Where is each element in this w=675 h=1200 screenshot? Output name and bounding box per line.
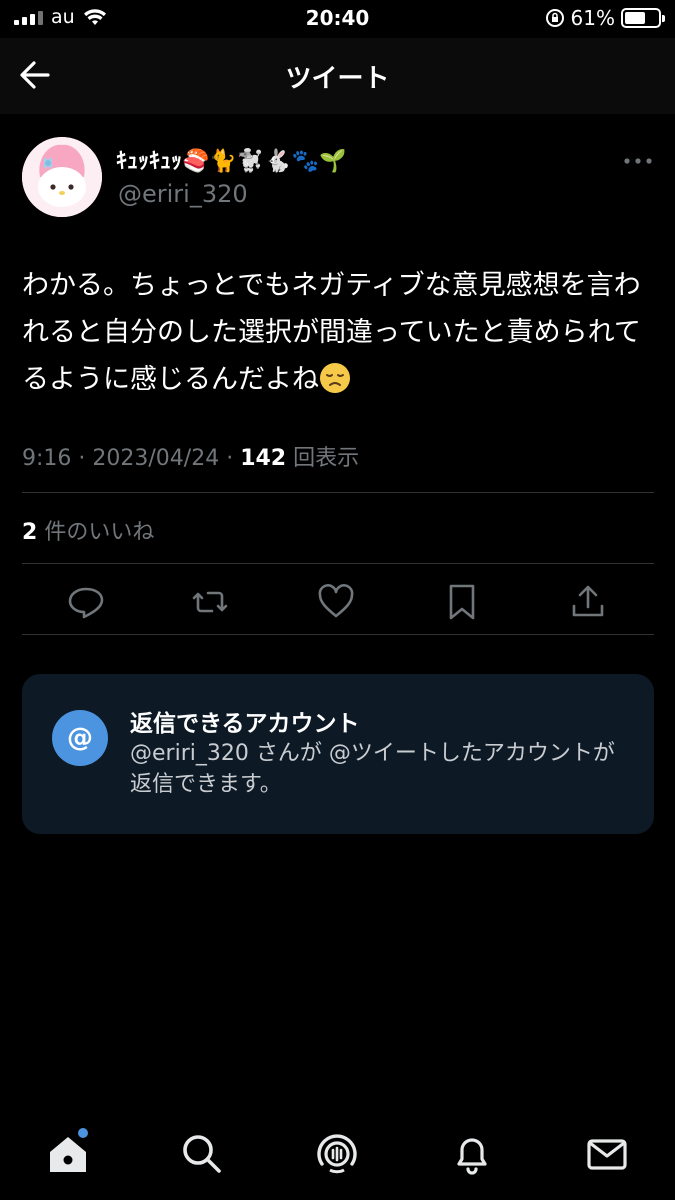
bookmark-icon xyxy=(449,584,475,620)
messages-icon xyxy=(587,1139,627,1170)
disappointed-face-icon xyxy=(320,363,350,393)
reply-button[interactable] xyxy=(66,582,106,622)
reply-card-title: 返信できるアカウント xyxy=(130,711,360,737)
more-icon xyxy=(624,158,652,164)
retweet-button[interactable] xyxy=(190,582,230,622)
battery-level xyxy=(625,12,645,24)
reply-card-description: @eriri_320 さんが @ツイートしたアカウントが返信できます。 xyxy=(130,741,615,797)
bottom-tab-bar xyxy=(0,1100,675,1200)
status-right: 61% xyxy=(545,6,665,30)
views-label: 回表示 xyxy=(293,446,360,471)
tab-search[interactable] xyxy=(178,1130,226,1178)
spaces-icon xyxy=(317,1134,357,1174)
likes-row[interactable]: 2 件のいいね xyxy=(22,514,154,546)
reply-icon xyxy=(68,587,104,619)
tweet-time[interactable]: 9:16 xyxy=(22,446,71,471)
at-mention-icon: @ xyxy=(52,710,108,766)
like-icon xyxy=(318,584,354,618)
tweet-actions xyxy=(22,578,654,628)
tweet-text: わかる。ちょっとでもネガティブな意見感想を言われると自分のした選択が間違っていた… xyxy=(22,262,657,403)
like-button[interactable] xyxy=(316,582,356,622)
nav-header: ツイート xyxy=(0,38,675,114)
tweet-meta: 9:16 · 2023/04/24 · 142 回表示 xyxy=(22,446,360,471)
avatar[interactable] xyxy=(22,137,102,217)
notifications-icon xyxy=(457,1138,487,1175)
my-melody-avatar-icon xyxy=(22,137,102,217)
tab-notifications[interactable] xyxy=(448,1130,496,1178)
search-icon xyxy=(183,1135,221,1173)
home-notification-dot xyxy=(78,1128,88,1138)
tweet-screen: au 20:40 61% ツイート ｷｭｯｷｭｯ🍣🐈🐩🐇🐾🌱 @eriri_32… xyxy=(0,0,675,1200)
battery-icon xyxy=(621,8,665,28)
tweet-date[interactable]: 2023/04/24 xyxy=(92,446,219,471)
divider xyxy=(22,492,654,493)
battery-percent: 61% xyxy=(570,6,615,30)
tab-messages[interactable] xyxy=(583,1130,631,1178)
divider xyxy=(22,634,654,635)
page-title: ツイート xyxy=(285,64,390,94)
bookmark-button[interactable] xyxy=(442,582,482,622)
more-button[interactable] xyxy=(622,150,654,172)
likes-label: 件のいいね xyxy=(44,520,155,545)
status-bar: au 20:40 61% xyxy=(0,0,675,38)
username[interactable]: @eriri_320 xyxy=(118,180,248,208)
share-icon xyxy=(572,585,604,617)
views-count: 142 xyxy=(240,446,287,471)
divider xyxy=(22,563,654,564)
display-name[interactable]: ｷｭｯｷｭｯ🍣🐈🐩🐇🐾🌱 xyxy=(116,143,346,175)
retweet-icon xyxy=(192,591,228,613)
orientation-lock-icon xyxy=(545,9,564,27)
reply-restriction-card: @ 返信できるアカウント @eriri_320 さんが @ツイートしたアカウント… xyxy=(22,674,654,834)
share-button[interactable] xyxy=(568,582,608,622)
likes-count: 2 xyxy=(22,520,38,545)
tab-spaces[interactable] xyxy=(313,1130,361,1178)
